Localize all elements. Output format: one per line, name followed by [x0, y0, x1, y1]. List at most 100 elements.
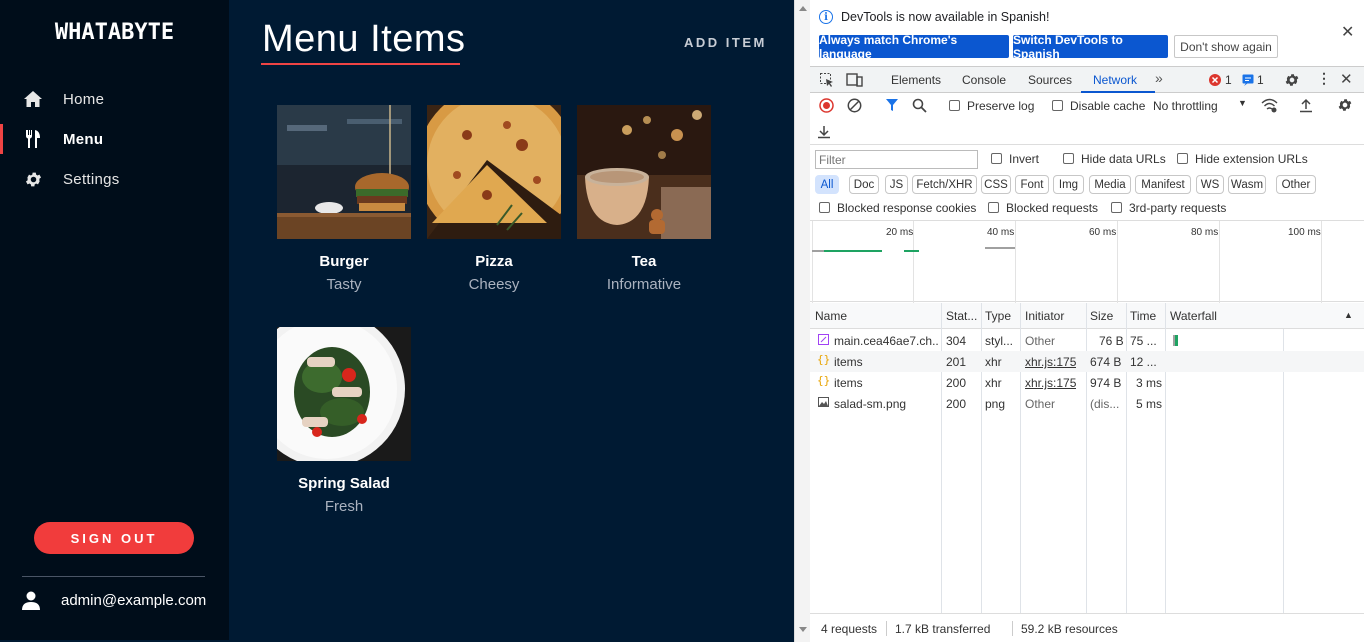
dont-show-again-button[interactable]: Don't show again — [1174, 35, 1278, 58]
blocked-cookies-checkbox[interactable] — [819, 202, 830, 213]
page-scrollbar[interactable] — [794, 0, 810, 642]
resource-type-filters: All Doc JS Fetch/XHR CSS Font Img Media … — [810, 174, 1364, 196]
type-filter-css[interactable]: CSS — [981, 175, 1011, 194]
column-header-time[interactable]: Time — [1130, 309, 1156, 323]
hide-data-urls-checkbox[interactable] — [1063, 153, 1074, 164]
type-filter-doc[interactable]: Doc — [849, 175, 879, 194]
menu-item-card[interactable]: Pizza Cheesy — [427, 105, 561, 293]
type-filter-font[interactable]: Font — [1015, 175, 1049, 194]
invert-checkbox[interactable] — [991, 153, 1002, 164]
hide-extension-urls-checkbox[interactable] — [1177, 153, 1188, 164]
switch-language-button[interactable]: Switch DevTools to Spanish — [1013, 33, 1168, 61]
type-filter-img[interactable]: Img — [1053, 175, 1084, 194]
menu-item-card[interactable]: Spring Salad Fresh — [277, 327, 411, 515]
inspect-element-icon[interactable] — [819, 72, 835, 88]
page-title: Menu Items — [262, 18, 466, 60]
sign-out-button[interactable]: SIGN OUT — [34, 522, 194, 554]
clear-icon[interactable] — [847, 98, 862, 113]
type-filter-other[interactable]: Other — [1276, 175, 1316, 194]
divider — [886, 621, 887, 636]
close-devtools-icon[interactable]: ✕ — [1340, 70, 1353, 88]
request-type: xhr — [985, 376, 1002, 390]
filter-input[interactable] — [815, 150, 978, 169]
search-icon[interactable] — [912, 98, 927, 113]
message-count: 1 — [1257, 73, 1264, 87]
column-header-initiator[interactable]: Initiator — [1025, 309, 1064, 323]
timeline-gridline — [812, 221, 813, 303]
preserve-log-checkbox[interactable] — [949, 100, 960, 111]
type-filter-js[interactable]: JS — [885, 175, 908, 194]
sidebar-item-home[interactable]: Home — [0, 84, 229, 114]
table-row[interactable]: {} items 201 xhr xhr.js:175 674 B 12 ... — [810, 351, 1364, 372]
match-language-button[interactable]: Always match Chrome's language — [819, 33, 1009, 61]
type-filter-fetch-xhr[interactable]: Fetch/XHR — [912, 175, 977, 194]
scroll-down-icon[interactable] — [799, 627, 807, 632]
scroll-up-icon[interactable] — [799, 6, 807, 11]
chevron-down-icon[interactable]: ▼ — [1238, 98, 1247, 108]
message-icon[interactable] — [1242, 74, 1254, 86]
sidebar-item-settings[interactable]: Settings — [0, 164, 229, 194]
divider — [1012, 621, 1013, 636]
tab-elements[interactable]: Elements — [891, 73, 941, 87]
type-filter-all[interactable]: All — [815, 175, 839, 194]
tab-network[interactable]: Network — [1093, 73, 1137, 87]
title-underline — [261, 63, 460, 65]
table-row[interactable]: main.cea46ae7.ch... 304 styl... Other 76… — [810, 330, 1364, 351]
close-icon[interactable]: ✕ — [1341, 22, 1354, 42]
column-header-waterfall[interactable]: Waterfall — [1170, 309, 1217, 323]
timeline-gridline — [1015, 221, 1016, 303]
table-row[interactable]: {} items 200 xhr xhr.js:175 974 B 3 ms — [810, 372, 1364, 393]
request-type: png — [985, 397, 1006, 411]
xhr-icon: {} — [817, 353, 831, 366]
export-har-icon[interactable] — [817, 124, 831, 139]
record-icon[interactable] — [819, 98, 834, 113]
third-party-checkbox[interactable] — [1111, 202, 1122, 213]
network-conditions-icon[interactable] — [1261, 98, 1278, 113]
network-settings-icon[interactable] — [1337, 97, 1353, 113]
menu-item-card[interactable]: Tea Informative — [577, 105, 711, 293]
type-filter-ws[interactable]: WS — [1196, 175, 1224, 194]
settings-gear-icon[interactable] — [1284, 72, 1300, 88]
timeline-gridline — [1321, 221, 1322, 303]
disable-cache-checkbox[interactable] — [1052, 100, 1063, 111]
filter-icon[interactable] — [885, 98, 899, 112]
network-overview-timeline[interactable]: 20 ms 40 ms 60 ms 80 ms 100 ms — [810, 220, 1364, 303]
blocked-requests-checkbox[interactable] — [988, 202, 999, 213]
tab-sources[interactable]: Sources — [1028, 73, 1072, 87]
request-name: salad-sm.png — [834, 397, 907, 411]
request-name: items — [834, 376, 863, 390]
timeline-bar — [812, 250, 824, 252]
language-infobar: i DevTools is now available in Spanish! … — [810, 0, 1364, 66]
table-row[interactable]: salad-sm.png 200 png Other (dis... 5 ms — [810, 393, 1364, 414]
sort-ascending-icon[interactable]: ▲ — [1344, 310, 1353, 320]
more-options-icon[interactable]: ⋮ — [1317, 70, 1331, 87]
column-header-status[interactable]: Stat... — [946, 309, 977, 323]
sidebar-item-label: Settings — [63, 170, 120, 188]
app-window: WHATABYTE Home Menu Settings SIGN OUT ad… — [0, 0, 794, 642]
user-profile[interactable]: admin@example.com — [0, 588, 229, 614]
sidebar: WHATABYTE Home Menu Settings SIGN OUT ad… — [0, 0, 229, 640]
request-initiator-link[interactable]: xhr.js:175 — [1025, 355, 1076, 369]
type-filter-wasm[interactable]: Wasm — [1228, 175, 1266, 194]
sidebar-item-menu[interactable]: Menu — [0, 124, 229, 154]
tab-console[interactable]: Console — [962, 73, 1006, 87]
request-time: 12 ... — [1130, 355, 1157, 369]
timeline-gridline — [1117, 221, 1118, 303]
error-icon[interactable] — [1209, 74, 1221, 86]
import-har-icon[interactable] — [1299, 98, 1313, 113]
column-header-size[interactable]: Size — [1090, 309, 1113, 323]
menu-item-name: Spring Salad — [298, 475, 390, 492]
type-filter-manifest[interactable]: Manifest — [1135, 175, 1191, 194]
throttling-select[interactable]: No throttling — [1153, 99, 1218, 113]
column-header-type[interactable]: Type — [985, 309, 1011, 323]
burger-image — [277, 105, 411, 239]
more-tabs-icon[interactable]: » — [1155, 70, 1163, 86]
column-header-name[interactable]: Name — [815, 309, 847, 323]
type-filter-media[interactable]: Media — [1089, 175, 1131, 194]
request-initiator-link[interactable]: xhr.js:175 — [1025, 376, 1076, 390]
menu-item-card[interactable]: Burger Tasty — [277, 105, 411, 293]
error-count: 1 — [1225, 73, 1232, 87]
add-item-button[interactable]: ADD ITEM — [684, 35, 767, 50]
brand-logo[interactable]: WHATABYTE — [0, 20, 229, 45]
device-toolbar-icon[interactable] — [846, 72, 863, 88]
